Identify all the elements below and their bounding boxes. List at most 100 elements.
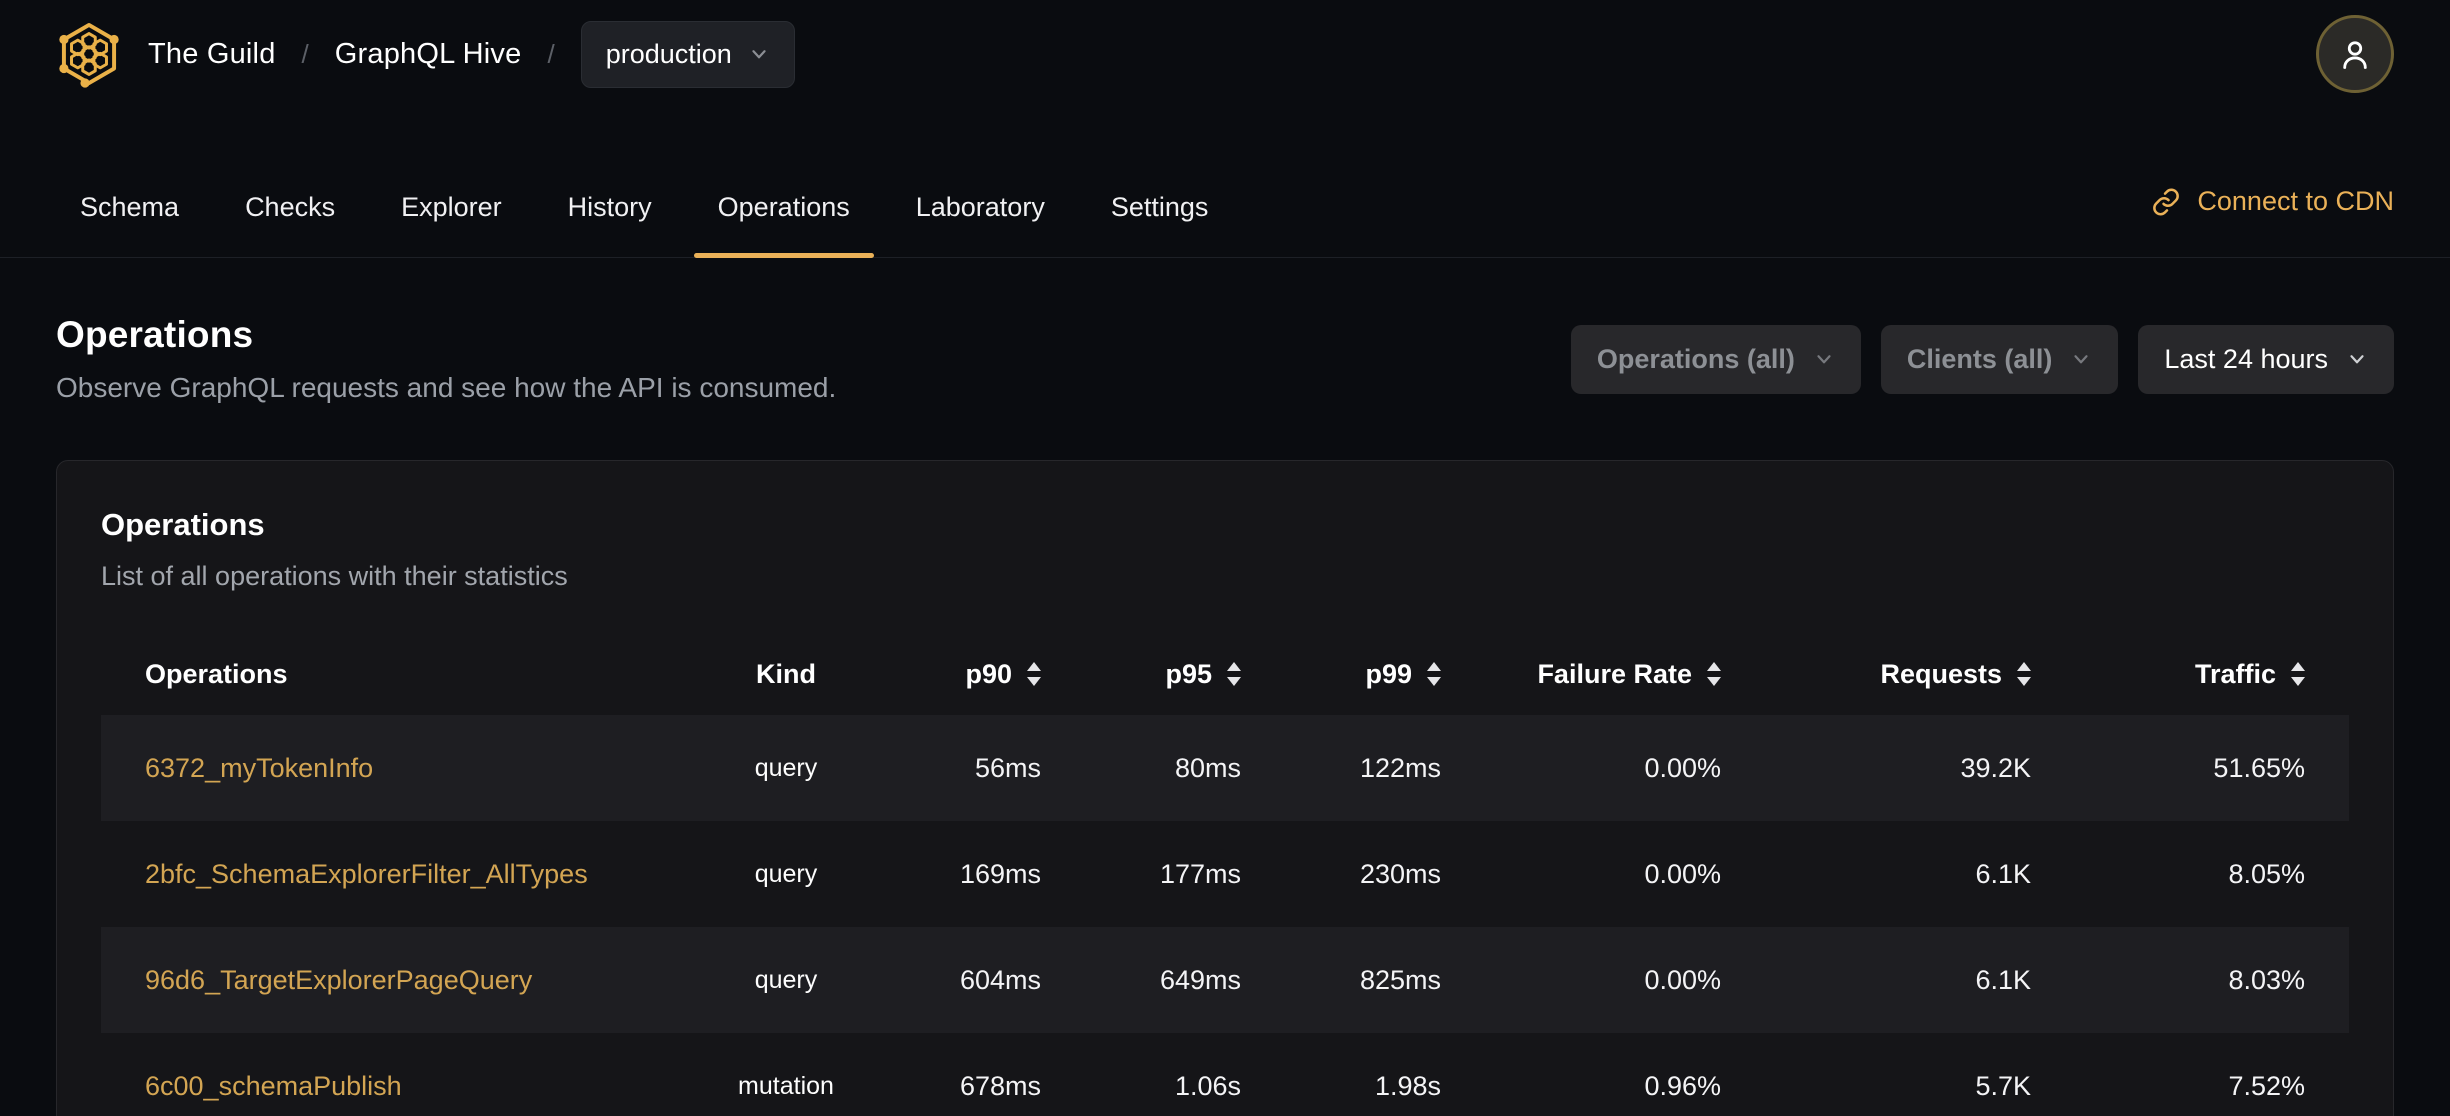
user-avatar-button[interactable]: [2316, 15, 2394, 93]
traffic-cell: 7.52%: [2228, 1070, 2305, 1101]
col-label: Kind: [756, 658, 816, 689]
target-selector-dropdown[interactable]: production: [580, 20, 795, 88]
col-label: Requests: [1880, 658, 2002, 689]
sort-icons: [1427, 662, 1441, 686]
tab-schema[interactable]: Schema: [56, 192, 203, 257]
p95-cell: 1.06s: [1174, 1070, 1241, 1101]
sort-desc-icon: [2017, 677, 2031, 686]
traffic-cell: 51.65%: [2213, 752, 2305, 783]
kind-cell: query: [754, 965, 818, 994]
operations-filter-label: Operations (all): [1596, 343, 1795, 374]
col-header-p99[interactable]: p99: [1241, 659, 1441, 690]
chevron-down-icon: [2070, 348, 2092, 370]
col-header-requests[interactable]: Requests: [1721, 659, 2031, 690]
chevron-down-icon: [748, 43, 770, 65]
p90-cell: 56ms: [974, 752, 1041, 783]
p95-cell: 80ms: [1174, 752, 1241, 783]
operation-link[interactable]: 6372_myTokenInfo: [145, 753, 373, 783]
target-selector-value: production: [605, 38, 732, 69]
col-header-p90[interactable]: p90: [861, 659, 1041, 690]
card-title: Operations: [101, 507, 265, 542]
sort-icons: [1227, 662, 1241, 686]
sort-icons: [1707, 662, 1721, 686]
failure-rate-cell: 0.00%: [1644, 858, 1721, 889]
table-header-row: Operations Kind p90 p95 p99 Failure Rate: [101, 633, 2349, 715]
operation-cell: 6c00_schemaPublish: [101, 1071, 711, 1102]
breadcrumb-separator: /: [301, 38, 309, 69]
sort-asc-icon: [2017, 662, 2031, 671]
operation-cell: 96d6_TargetExplorerPageQuery: [101, 965, 711, 996]
requests-cell: 6.1K: [1975, 858, 2031, 889]
p99-cell: 825ms: [1359, 964, 1441, 995]
connect-to-cdn-label: Connect to CDN: [2197, 186, 2394, 216]
period-filter-dropdown[interactable]: Last 24 hours: [2138, 324, 2394, 394]
sort-icons: [1027, 662, 1041, 686]
sort-desc-icon: [1707, 677, 1721, 686]
tab-history[interactable]: History: [544, 192, 676, 257]
card-subtitle: List of all operations with their statis…: [101, 561, 568, 591]
page-head: Operations Observe GraphQL requests and …: [0, 258, 2450, 404]
tabs: Schema Checks Explorer History Operation…: [56, 192, 1250, 258]
sort-desc-icon: [2291, 677, 2305, 686]
p90-cell: 678ms: [959, 1070, 1041, 1101]
col-label: p90: [965, 658, 1012, 689]
sort-desc-icon: [1227, 677, 1241, 686]
table-row: 6372_myTokenInfo query 56ms 80ms 122ms 0…: [101, 715, 2349, 821]
tab-bar: Schema Checks Explorer History Operation…: [0, 108, 2450, 258]
col-header-kind: Kind: [711, 659, 861, 690]
col-label: p99: [1365, 658, 1412, 689]
table-row: 2bfc_SchemaExplorerFilter_AllTypes query…: [101, 821, 2349, 927]
link-icon: [2151, 187, 2181, 217]
operations-filter-dropdown[interactable]: Operations (all): [1570, 324, 1861, 394]
table-row: 6c00_schemaPublish mutation 678ms 1.06s …: [101, 1033, 2349, 1116]
page-title: Operations: [56, 314, 254, 355]
tab-laboratory[interactable]: Laboratory: [892, 192, 1069, 257]
sort-desc-icon: [1027, 677, 1041, 686]
clients-filter-dropdown[interactable]: Clients (all): [1880, 324, 2119, 394]
sort-asc-icon: [1027, 662, 1041, 671]
tab-checks[interactable]: Checks: [221, 192, 359, 257]
col-header-traffic[interactable]: Traffic: [2031, 659, 2349, 690]
requests-cell: 6.1K: [1975, 964, 2031, 995]
operation-cell: 6372_myTokenInfo: [101, 753, 711, 784]
operations-table: Operations Kind p90 p95 p99 Failure Rate: [101, 633, 2349, 1116]
col-label: Failure Rate: [1537, 658, 1692, 689]
operation-link[interactable]: 96d6_TargetExplorerPageQuery: [145, 965, 532, 995]
requests-cell: 39.2K: [1960, 752, 2031, 783]
col-label: p95: [1165, 658, 1212, 689]
failure-rate-cell: 0.00%: [1644, 964, 1721, 995]
operations-card: Operations List of all operations with t…: [56, 460, 2394, 1116]
tab-operations[interactable]: Operations: [693, 192, 874, 258]
col-label: Operations: [145, 658, 288, 689]
operation-cell: 2bfc_SchemaExplorerFilter_AllTypes: [101, 859, 711, 890]
traffic-cell: 8.05%: [2228, 858, 2305, 889]
page-head-text: Operations Observe GraphQL requests and …: [56, 314, 836, 404]
clients-filter-label: Clients (all): [1906, 343, 2053, 374]
hive-logo-icon[interactable]: [56, 18, 122, 90]
filter-controls: Operations (all) Clients (all) Last 24 h…: [1570, 324, 2394, 394]
chevron-down-icon: [1813, 348, 1835, 370]
p90-cell: 604ms: [959, 964, 1041, 995]
operation-link[interactable]: 2bfc_SchemaExplorerFilter_AllTypes: [145, 859, 588, 889]
top-header: The Guild / GraphQL Hive / production: [0, 0, 2450, 108]
p99-cell: 1.98s: [1374, 1070, 1441, 1101]
col-label: Traffic: [2194, 658, 2276, 689]
breadcrumb-separator: /: [547, 38, 555, 69]
breadcrumb: The Guild / GraphQL Hive / production: [56, 18, 795, 90]
col-header-p95[interactable]: p95: [1041, 659, 1241, 690]
connect-to-cdn-link[interactable]: Connect to CDN: [2151, 186, 2394, 257]
operation-link[interactable]: 6c00_schemaPublish: [145, 1071, 402, 1101]
breadcrumb-project[interactable]: GraphQL Hive: [335, 38, 522, 71]
breadcrumb-org[interactable]: The Guild: [148, 38, 276, 71]
sort-asc-icon: [1227, 662, 1241, 671]
kind-cell: query: [754, 753, 818, 782]
tab-explorer[interactable]: Explorer: [377, 192, 526, 257]
col-header-failure-rate[interactable]: Failure Rate: [1441, 659, 1721, 690]
failure-rate-cell: 0.96%: [1644, 1070, 1721, 1101]
sort-desc-icon: [1427, 677, 1441, 686]
p90-cell: 169ms: [959, 858, 1041, 889]
kind-cell: mutation: [738, 1071, 834, 1100]
kind-cell: query: [754, 859, 818, 888]
tab-settings[interactable]: Settings: [1087, 192, 1233, 257]
sort-icons: [2017, 662, 2031, 686]
